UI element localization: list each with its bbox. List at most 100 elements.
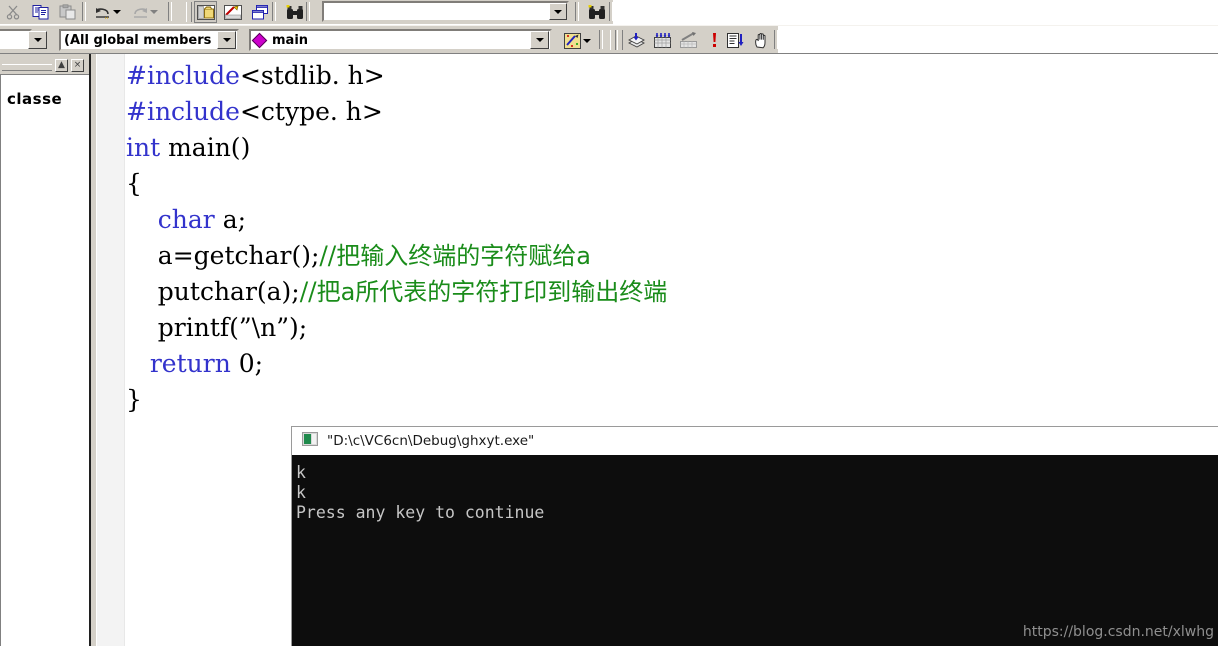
code-line[interactable]: int main(): [126, 130, 1216, 166]
toolbar-empty-area: [613, 0, 1218, 24]
window-list-button[interactable]: [248, 1, 271, 23]
workspace-drag-grip[interactable]: [2, 64, 52, 71]
output-window-icon: [223, 4, 242, 20]
wizardbar-empty-area: [778, 26, 1218, 53]
standard-toolbar: [0, 0, 1218, 25]
code-keyword: #include: [126, 61, 240, 90]
code-token: putchar(a);: [126, 277, 300, 306]
code-token: {: [126, 169, 142, 198]
code-line[interactable]: #include<stdlib. h>: [126, 58, 1216, 94]
hand-icon: [754, 32, 765, 49]
toolbar-grip[interactable]: [617, 30, 623, 50]
console-titlebar[interactable]: "D:\c\VC6cn\Debug\ghxyt.exe": [292, 427, 1218, 455]
code-text[interactable]: #include<stdlib. h> #include<ctype. h> int…: [126, 58, 1216, 418]
code-line[interactable]: printf(”\n”);: [126, 310, 1216, 346]
console-output-line: Press any key to continue: [296, 503, 545, 522]
find-button[interactable]: [283, 1, 306, 23]
console-output-line: k: [296, 463, 306, 482]
redo-arrow-icon: [133, 8, 147, 18]
stop-build-button[interactable]: [677, 30, 700, 51]
workspace-button[interactable]: [194, 1, 217, 23]
workspace-titlebar[interactable]: ▲ ×: [0, 57, 92, 72]
execute-program-button[interactable]: [703, 30, 726, 51]
wizardbar-actions-dropdown-button[interactable]: [581, 30, 593, 51]
code-keyword: return: [149, 349, 231, 378]
wizardbar-members-value: (All global members: [64, 32, 212, 48]
find-input[interactable]: [322, 1, 569, 22]
compile-button[interactable]: [625, 30, 648, 51]
output-window-button[interactable]: [221, 1, 244, 23]
wizardbar-members-combo[interactable]: (All global members: [59, 29, 239, 51]
find-combo-dropdown-button[interactable]: [549, 3, 567, 20]
wizardbar-members-dropdown-button[interactable]: [217, 31, 236, 49]
undo-dropdown-button[interactable]: [111, 1, 123, 23]
go-button[interactable]: [724, 30, 747, 51]
chevron-down-icon: [150, 10, 158, 14]
vc6-ide-window: (All global members main ▲ × classe #inc…: [0, 0, 1218, 646]
workspace-minimize-button[interactable]: ▲: [55, 59, 68, 72]
toolbar-grip[interactable]: [186, 2, 192, 22]
toolbar-separator: [272, 2, 276, 21]
code-token: <stdlib. h>: [239, 61, 385, 90]
code-comment: //: [299, 277, 317, 306]
workspace-pane: ▲ × classe: [0, 54, 92, 646]
workspace-tree-root-label[interactable]: classe: [7, 90, 62, 108]
code-line[interactable]: {: [126, 166, 1216, 202]
build-button[interactable]: [651, 30, 674, 51]
code-line[interactable]: #include<ctype. h>: [126, 94, 1216, 130]
workspace-close-button[interactable]: ×: [71, 59, 84, 72]
paste-button[interactable]: [56, 1, 79, 23]
console-title: "D:\c\VC6cn\Debug\ghxyt.exe": [327, 433, 535, 449]
wizardbar-function-combo[interactable]: main: [249, 29, 552, 51]
toolbar-separator: [82, 2, 86, 21]
find-in-files-button[interactable]: [585, 1, 608, 23]
code-keyword: #include: [126, 97, 240, 126]
chevron-down-icon: [535, 38, 544, 42]
code-comment: 把输入终端的字符赋给a: [336, 242, 591, 270]
window-list-icon: [251, 4, 268, 19]
wizard-wand-icon: [564, 32, 581, 49]
code-comment: 把a所代表的字符打印到输出终端: [316, 278, 668, 306]
code-line[interactable]: char a;: [126, 202, 1216, 238]
workspace-editor-splitter[interactable]: [89, 54, 97, 646]
chevron-down-icon: [554, 9, 562, 14]
workspace-window-icon: [196, 4, 215, 20]
code-token: 0;: [230, 349, 264, 378]
code-comment: //: [319, 241, 337, 270]
chevron-down-icon: [583, 38, 591, 43]
code-token: }: [126, 385, 142, 414]
toolbar-grip[interactable]: [610, 30, 616, 50]
copy-icon: [32, 5, 48, 20]
redo-dropdown-button[interactable]: [148, 1, 160, 23]
workspace-minimize-label: ▲: [58, 60, 65, 70]
scissors-icon: [6, 5, 19, 20]
chevron-down-icon: [33, 38, 42, 42]
undo-arrow-icon: [95, 8, 109, 19]
editor-selection-margin[interactable]: [97, 54, 125, 646]
go-debug-icon: [727, 33, 744, 48]
wizardbar-class-dropdown-button[interactable]: [28, 31, 47, 49]
cut-button[interactable]: [2, 1, 25, 23]
code-keyword: char: [157, 205, 215, 234]
code-token: main(): [160, 133, 251, 162]
code-line[interactable]: }: [126, 382, 1216, 418]
watermark-text: https://blog.csdn.net/xlwhg: [1022, 624, 1214, 640]
code-line[interactable]: a=getchar();//把输入终端的字符赋给a: [126, 238, 1216, 274]
build-icon: [654, 33, 671, 48]
code-line[interactable]: return 0;: [126, 346, 1216, 382]
copy-button[interactable]: [29, 1, 52, 23]
toolbar-separator: [168, 2, 172, 21]
insert-remove-breakpoint-button[interactable]: [750, 30, 773, 51]
chevron-down-icon: [113, 10, 121, 14]
toolbar-separator: [599, 30, 603, 49]
workspace-tree[interactable]: classe: [0, 74, 89, 646]
console-output[interactable]: k k Press any key to continue: [292, 455, 1218, 646]
wizardbar-function-dropdown-button[interactable]: [530, 31, 549, 49]
code-token: a=getchar();: [126, 241, 320, 270]
code-line[interactable]: putchar(a);//把a所代表的字符打印到输出终端: [126, 274, 1216, 310]
code-token: a;: [214, 205, 247, 234]
console-window[interactable]: "D:\c\VC6cn\Debug\ghxyt.exe" k k Press any…: [291, 426, 1218, 646]
diamond-member-icon: [251, 32, 268, 48]
